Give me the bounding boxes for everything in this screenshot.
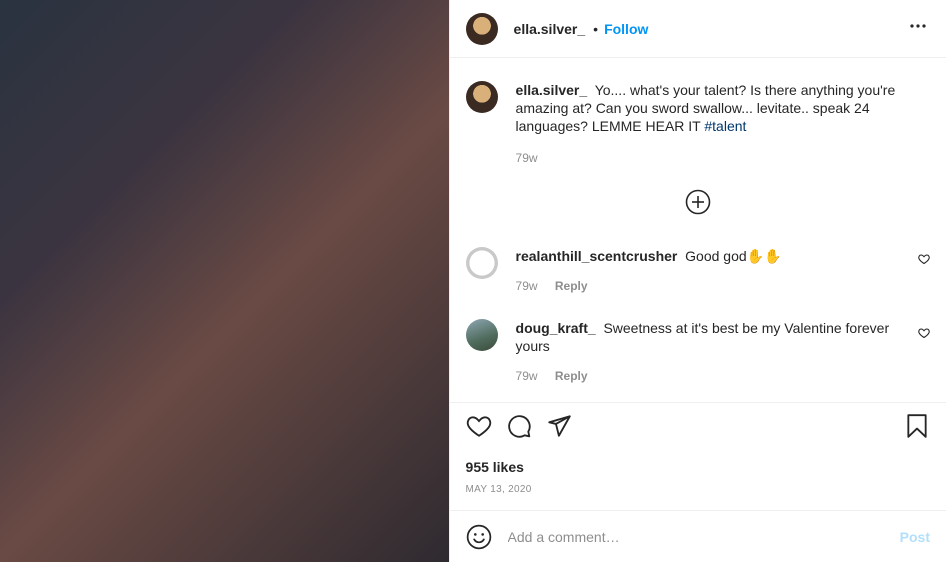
save-icon[interactable]	[904, 413, 930, 439]
reply-button[interactable]: Reply	[555, 279, 588, 293]
commenter-avatar[interactable]	[465, 319, 498, 351]
separator-dot: •	[593, 20, 599, 37]
author-username[interactable]: ella.silver_	[514, 21, 586, 37]
comment-text: Good god✋✋	[685, 248, 782, 264]
post-image[interactable]	[0, 0, 449, 562]
emoji-icon[interactable]	[466, 524, 492, 550]
share-icon[interactable]	[546, 413, 572, 439]
comment-like-icon[interactable]	[918, 327, 930, 339]
reply-button[interactable]: Reply	[555, 369, 588, 383]
author-avatar[interactable]	[465, 12, 498, 45]
follow-button[interactable]: Follow	[604, 21, 648, 37]
post-header: ella.silver_ • Follow	[449, 0, 946, 58]
caption-hashtag[interactable]: #talent	[704, 118, 746, 134]
comment-time[interactable]: 79w	[516, 279, 538, 293]
load-more-comments[interactable]	[450, 189, 946, 215]
likes-count[interactable]: 955 likes	[466, 459, 524, 475]
comment-username[interactable]: realanthill_scentcrusher	[516, 248, 678, 264]
comments-section: ella.silver_ Yo.... what's your talent? …	[450, 59, 946, 401]
comment-time[interactable]: 79w	[516, 369, 538, 383]
comment-input[interactable]	[505, 527, 900, 546]
more-options-icon[interactable]	[906, 14, 930, 43]
actions-section: 955 likes MAY 13, 2020	[449, 402, 946, 495]
post-date[interactable]: MAY 13, 2020	[466, 484, 532, 495]
commenter-avatar[interactable]	[465, 247, 498, 279]
load-more-icon[interactable]	[685, 189, 711, 215]
add-comment-bar: Post	[449, 510, 946, 562]
action-bar	[466, 413, 930, 443]
caption-username[interactable]: ella.silver_	[516, 82, 588, 98]
caption-time[interactable]: 79w	[516, 151, 538, 165]
comment-username[interactable]: doug_kraft_	[516, 320, 596, 336]
post-panel: ella.silver_ • Follow ella.silver_ Yo...…	[448, 0, 946, 562]
caption-avatar[interactable]	[465, 81, 498, 113]
post-container: ella.silver_ • Follow ella.silver_ Yo...…	[0, 0, 946, 562]
post-button[interactable]: Post	[900, 529, 930, 545]
like-icon[interactable]	[466, 413, 492, 439]
comment-like-icon[interactable]	[918, 253, 930, 265]
comment-icon[interactable]	[506, 413, 532, 439]
